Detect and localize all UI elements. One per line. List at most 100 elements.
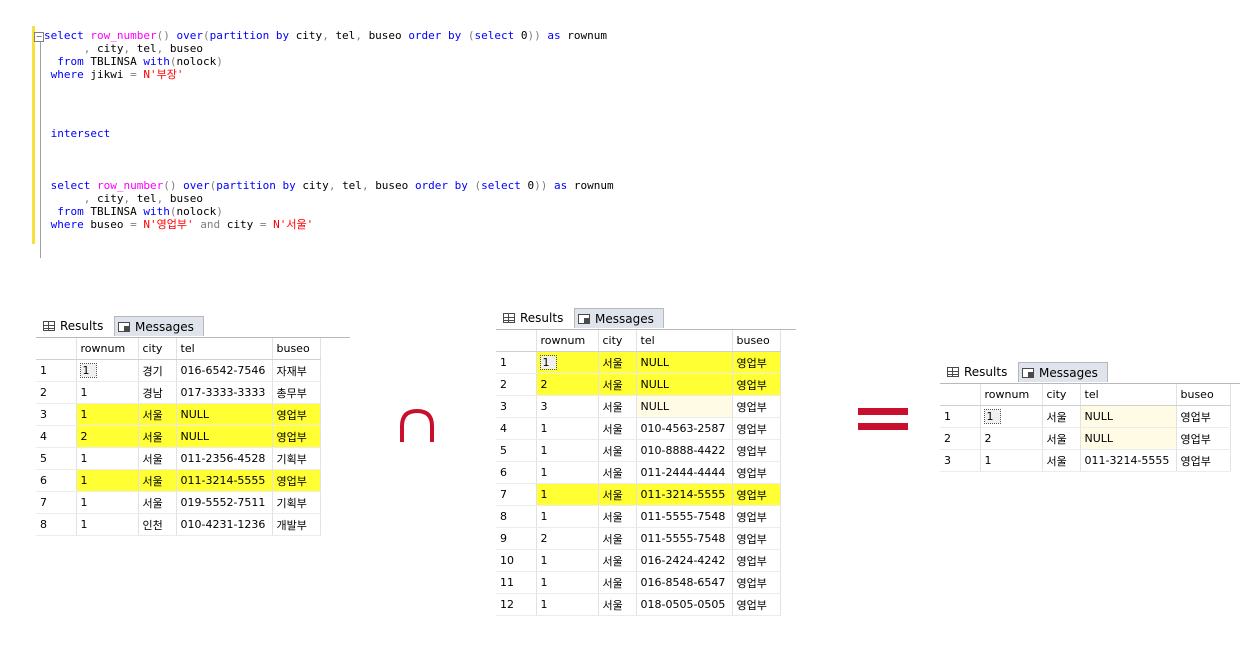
cell-tel[interactable]: NULL [636,351,733,374]
cell-rownum[interactable]: 1 [536,417,599,440]
cell-city[interactable]: 서울 [598,461,637,484]
tab-messages[interactable]: Messages [1018,362,1108,382]
row-number[interactable]: 4 [36,425,77,448]
cell-buseo[interactable]: 총무부 [272,381,321,404]
cell-tel[interactable]: 010-4231-1236 [176,513,273,536]
table-row[interactable]: 7 1 서울 011-3214-5555 영업부 [496,483,781,506]
cell-city[interactable]: 인천 [138,513,177,536]
cell-buseo[interactable]: 영업부 [272,425,321,448]
table-row[interactable]: 6 1 서울 011-3214-5555 영업부 [36,469,321,492]
cell-buseo[interactable]: 영업부 [732,549,781,572]
sql-editor[interactable]: − select row_number() over(partition by … [28,26,728,258]
cell-rownum[interactable]: 1 [76,469,139,492]
cell-tel[interactable]: NULL [1080,427,1177,450]
table-row[interactable]: 1 1 서울 NULL 영업부 [940,405,1231,428]
row-number[interactable]: 6 [496,461,537,484]
corner-cell[interactable] [496,330,537,352]
table-row[interactable]: 8 1 서울 011-5555-7548 영업부 [496,505,781,528]
table-row[interactable]: 3 3 서울 NULL 영업부 [496,395,781,418]
table-row[interactable]: 11 1 서울 016-8548-6547 영업부 [496,571,781,594]
cell-tel[interactable]: 016-6542-7546 [176,359,273,382]
cell-tel[interactable]: 011-3214-5555 [636,483,733,506]
column-header-rownum[interactable]: rownum [76,338,139,360]
column-header-city[interactable]: city [138,338,177,360]
cell-buseo[interactable]: 영업부 [1176,405,1231,428]
row-number[interactable]: 7 [496,483,537,506]
row-number[interactable]: 1 [496,351,537,374]
row-number[interactable]: 2 [36,381,77,404]
cell-rownum[interactable]: 1 [76,513,139,536]
table-row[interactable]: 7 1 서울 019-5552-7511 기획부 [36,491,321,514]
row-number[interactable]: 3 [36,403,77,426]
cell-rownum[interactable]: 1 [76,359,139,382]
column-header-buseo[interactable]: buseo [732,330,781,352]
cell-buseo[interactable]: 영업부 [732,527,781,550]
row-number[interactable]: 10 [496,549,537,572]
cell-city[interactable]: 서울 [1042,449,1081,472]
cell-tel[interactable]: NULL [176,403,273,426]
cell-rownum[interactable]: 1 [536,439,599,462]
row-number[interactable]: 2 [496,373,537,396]
cell-city[interactable]: 서울 [598,395,637,418]
cell-tel[interactable]: 018-0505-0505 [636,593,733,616]
row-number[interactable]: 11 [496,571,537,594]
cell-rownum[interactable]: 1 [536,593,599,616]
cell-rownum[interactable]: 1 [536,483,599,506]
cell-city[interactable]: 서울 [598,505,637,528]
cell-city[interactable]: 서울 [598,549,637,572]
cell-rownum[interactable]: 1 [536,505,599,528]
column-header-rownum[interactable]: rownum [980,384,1043,406]
cell-city[interactable]: 서울 [138,403,177,426]
cell-city[interactable]: 서울 [1042,427,1081,450]
cell-city[interactable]: 경기 [138,359,177,382]
cell-rownum[interactable]: 1 [76,491,139,514]
cell-buseo[interactable]: 영업부 [272,403,321,426]
row-number[interactable]: 12 [496,593,537,616]
cell-tel[interactable]: 019-5552-7511 [176,491,273,514]
row-number[interactable]: 7 [36,491,77,514]
cell-buseo[interactable]: 영업부 [732,593,781,616]
cell-tel[interactable]: 011-5555-7548 [636,505,733,528]
cell-buseo[interactable]: 기획부 [272,491,321,514]
cell-tel[interactable]: 016-8548-6547 [636,571,733,594]
cell-rownum[interactable]: 1 [536,461,599,484]
cell-rownum[interactable]: 1 [536,549,599,572]
cell-tel[interactable]: 011-3214-5555 [1080,449,1177,472]
collapse-toggle-icon[interactable]: − [34,32,44,42]
cell-rownum[interactable]: 1 [76,403,139,426]
cell-tel[interactable]: 010-4563-2587 [636,417,733,440]
cell-tel[interactable]: 017-3333-3333 [176,381,273,404]
row-number[interactable]: 8 [36,513,77,536]
cell-buseo[interactable]: 영업부 [1176,449,1231,472]
cell-city[interactable]: 서울 [598,593,637,616]
table-row[interactable]: 9 2 서울 011-5555-7548 영업부 [496,527,781,550]
table-row[interactable]: 3 1 서울 NULL 영업부 [36,403,321,426]
column-header-city[interactable]: city [598,330,637,352]
row-number[interactable]: 1 [36,359,77,382]
row-number[interactable]: 1 [940,405,981,428]
row-number[interactable]: 3 [496,395,537,418]
tab-results[interactable]: Results [500,308,563,328]
column-header-rownum[interactable]: rownum [536,330,599,352]
cell-buseo[interactable]: 영업부 [732,417,781,440]
cell-buseo[interactable]: 영업부 [1176,427,1231,450]
table-row[interactable]: 6 1 서울 011-2444-4444 영업부 [496,461,781,484]
cell-rownum[interactable]: 2 [76,425,139,448]
row-number[interactable]: 3 [940,449,981,472]
cell-rownum[interactable]: 1 [536,351,599,374]
cell-buseo[interactable]: 기획부 [272,447,321,470]
cell-buseo[interactable]: 영업부 [732,505,781,528]
cell-rownum[interactable]: 1 [76,381,139,404]
cell-city[interactable]: 서울 [138,469,177,492]
cell-rownum[interactable]: 2 [536,527,599,550]
cell-city[interactable]: 서울 [138,447,177,470]
table-row[interactable]: 8 1 인천 010-4231-1236 개발부 [36,513,321,536]
cell-buseo[interactable]: 영업부 [732,351,781,374]
row-number[interactable]: 5 [496,439,537,462]
cell-tel[interactable]: 016-2424-4242 [636,549,733,572]
cell-rownum[interactable]: 1 [980,449,1043,472]
table-row[interactable]: 2 2 서울 NULL 영업부 [940,427,1231,450]
tab-messages[interactable]: Messages [114,316,204,336]
cell-rownum[interactable]: 1 [980,405,1043,428]
table-row[interactable]: 5 1 서울 011-2356-4528 기획부 [36,447,321,470]
